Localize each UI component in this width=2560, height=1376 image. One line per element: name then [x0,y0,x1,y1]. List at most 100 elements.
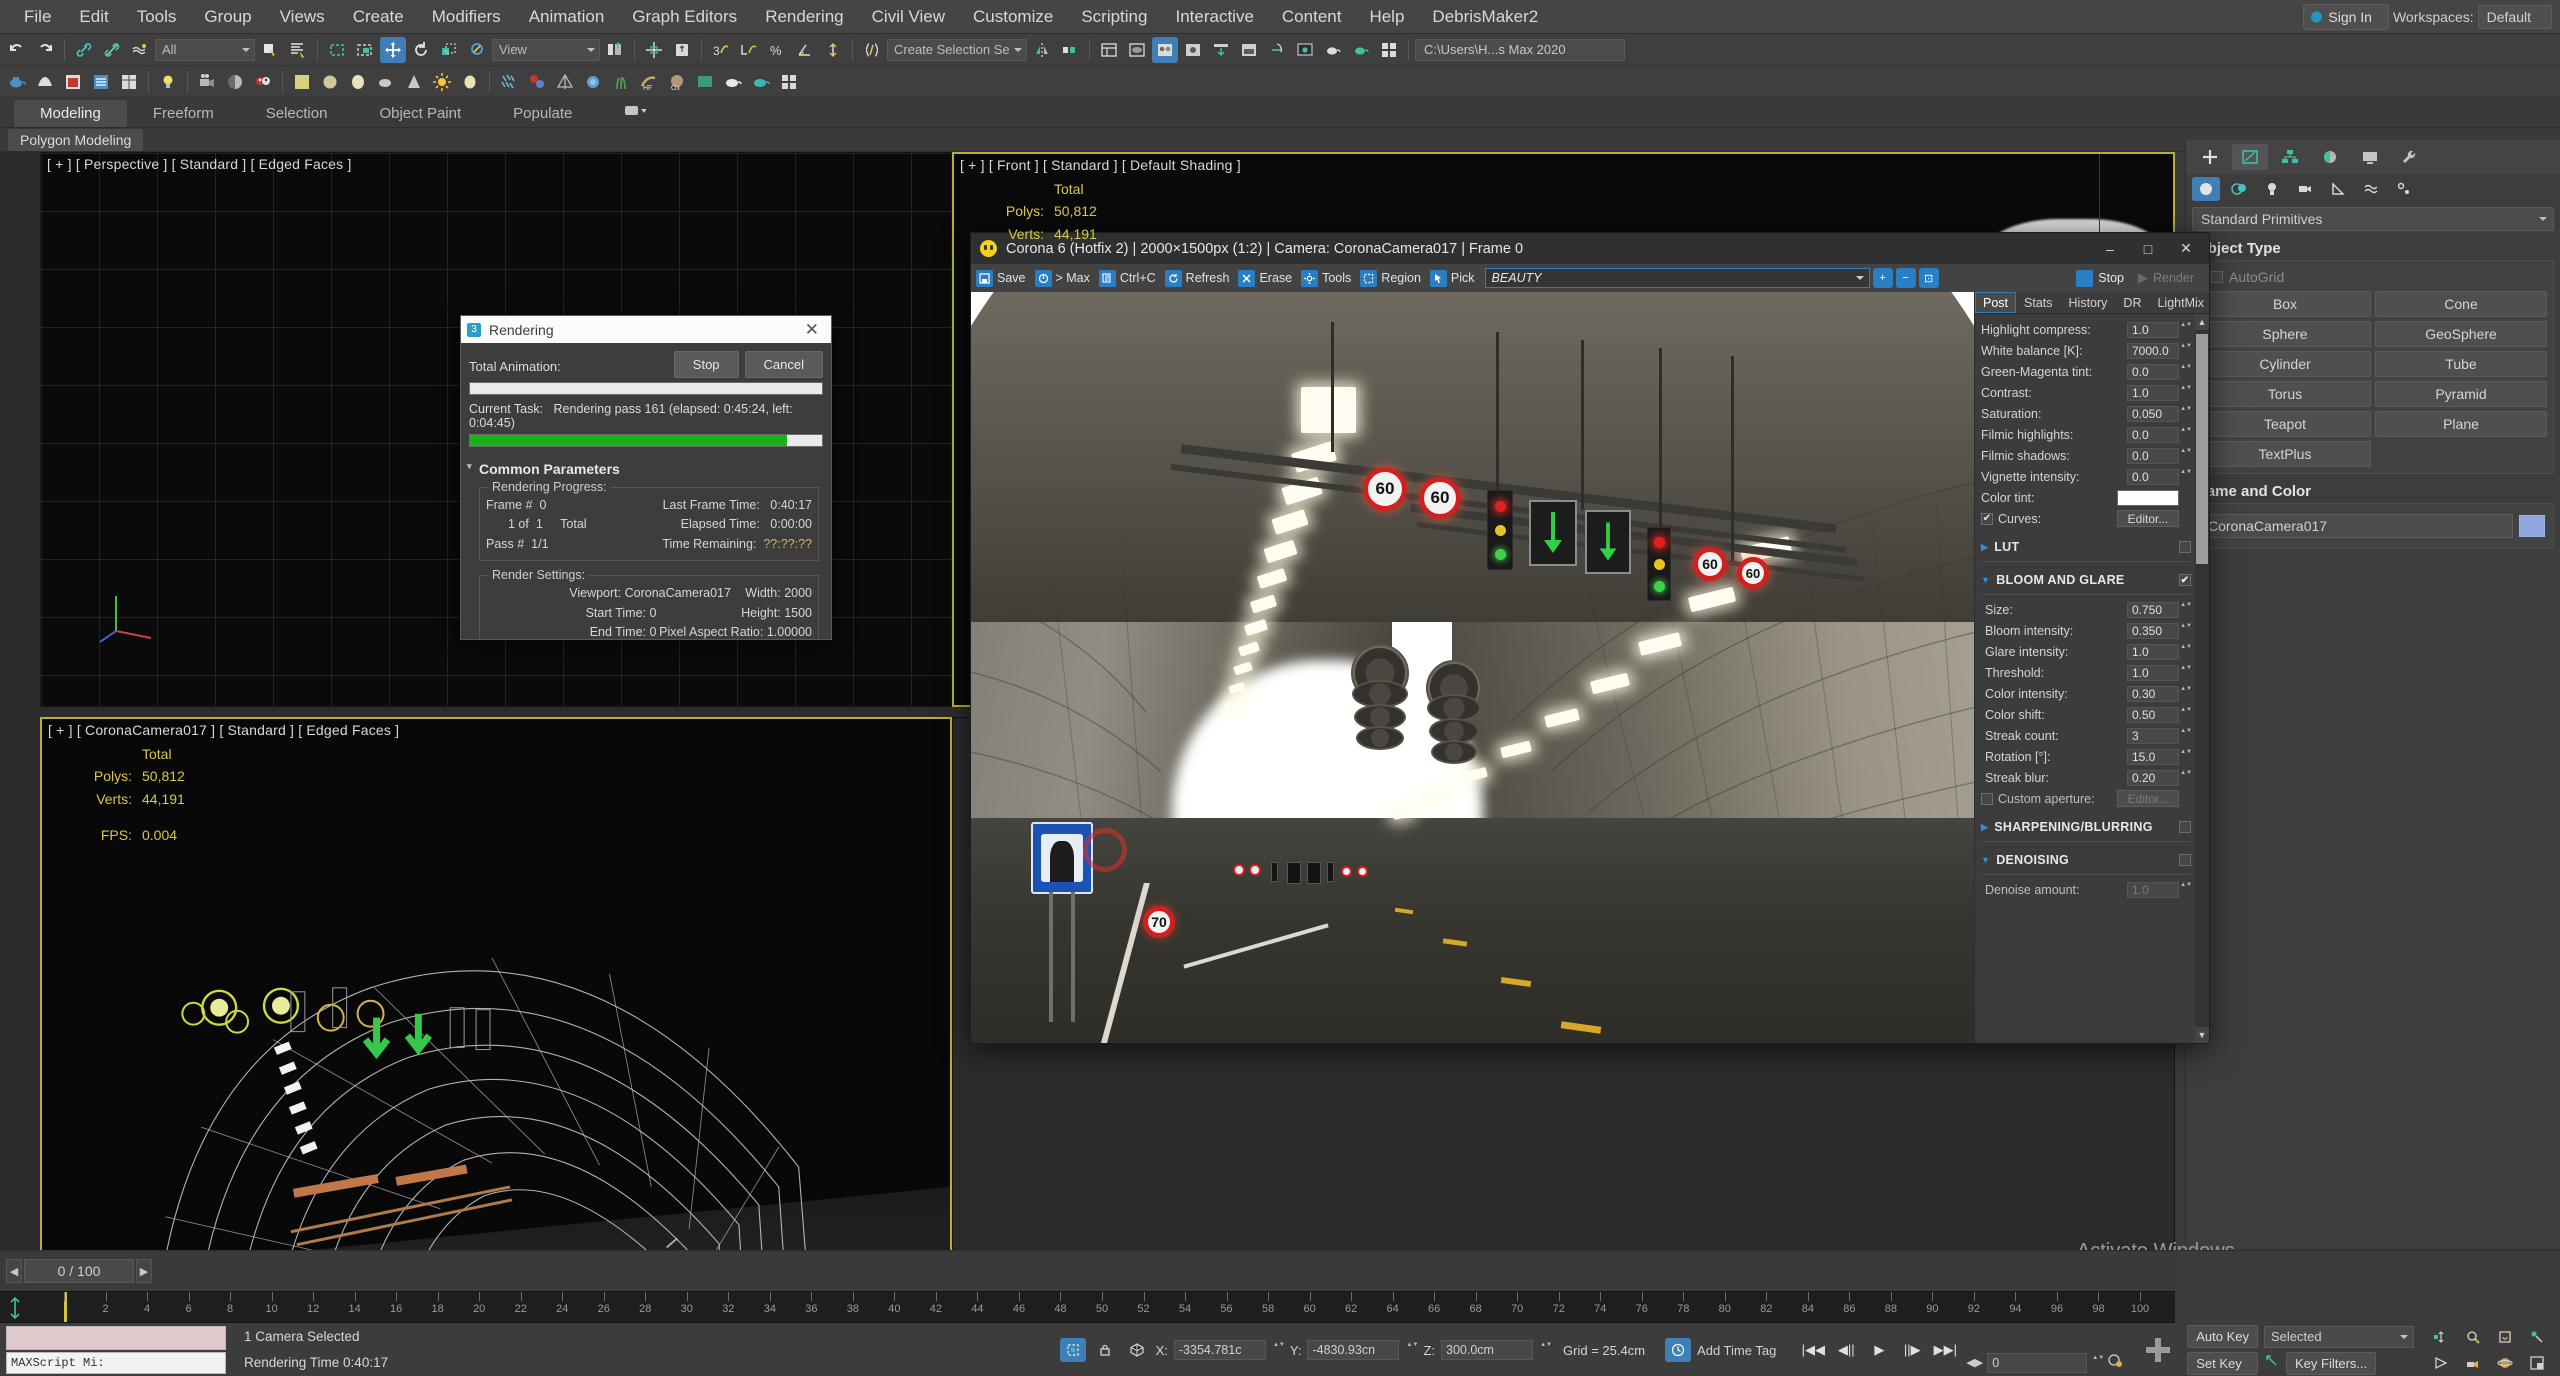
omni-light-icon[interactable] [155,69,181,95]
redo-icon[interactable] [32,37,58,63]
shapes-primitive-icon[interactable] [32,69,58,95]
array-icon[interactable] [1057,37,1083,63]
post-panel-scrollbar[interactable]: ▲ ▼ [2195,314,2209,1043]
helper-icon[interactable] [222,69,248,95]
render-iterative-icon[interactable] [1264,37,1290,63]
menu-debrismaker2[interactable]: DebrisMaker2 [1418,3,1552,31]
scroll-up-icon[interactable]: ▲ [2195,314,2209,330]
lut-checkbox[interactable] [2179,541,2191,553]
motion-tab-icon[interactable] [2312,144,2348,170]
ribbon-tab-object-paint[interactable]: Object Paint [353,100,487,127]
set-key-button[interactable]: Set Key [2187,1352,2258,1375]
zoom-all-viewports-icon[interactable] [2460,1325,2486,1349]
filmic-shadows-spinner[interactable]: ▲▼ [2180,448,2192,464]
go-to-end-icon[interactable]: ▶▶| [1930,1338,1960,1362]
sphere-light-icon[interactable] [457,69,483,95]
primitive-category-combo[interactable]: Standard Primitives [2192,207,2554,231]
maximize-viewport-toggle-icon[interactable] [2524,1351,2550,1375]
rendering-progress-dialog[interactable]: 3 Rendering ✕ Total Animation: Stop Canc… [460,315,832,640]
modify-tab-icon[interactable] [2232,144,2268,170]
material-browser-icon[interactable] [60,69,86,95]
ribbon-tab-modeling[interactable]: Modeling [14,100,127,127]
maxscript-input-pane[interactable]: MAXScript Mi: [6,1352,226,1374]
green-magenta-tint-spinner[interactable]: ▲▼ [2180,364,2192,380]
mirror-icon[interactable] [1029,37,1055,63]
threshold-spinner[interactable]: ▲▼ [2180,665,2192,681]
menu-file[interactable]: File [10,3,65,31]
create-box-button[interactable]: Box [2199,291,2371,317]
menu-scripting[interactable]: Scripting [1067,3,1161,31]
sharpening-blurring-checkbox[interactable] [2179,821,2191,833]
create-geosphere-button[interactable]: GeoSphere [2375,321,2547,347]
orbit-icon[interactable] [2492,1351,2518,1375]
color-intensity-spinner[interactable]: ▲▼ [2180,686,2192,702]
bloom-intensity-input[interactable]: 0.350 [2127,622,2179,639]
layer-explorer-icon[interactable] [1096,37,1122,63]
schematic-view-icon[interactable] [736,37,762,63]
highlight-compress-spinner[interactable]: ▲▼ [2180,322,2192,338]
pan-view-icon[interactable] [2428,1351,2454,1375]
use-pivot-center-icon[interactable] [602,37,628,63]
corona-vfb-window[interactable]: Corona 6 (Hotfix 2) | 2000×1500px (1:2) … [970,232,2210,1044]
lock-selection-icon[interactable] [1092,1338,1118,1362]
render-production-icon[interactable] [1236,37,1262,63]
create-tube-button[interactable]: Tube [2375,351,2547,377]
go-to-start-icon[interactable]: |◀◀ [1798,1338,1828,1362]
threshold-input[interactable]: 1.0 [2127,664,2179,681]
previous-frame-icon[interactable]: ◀|| [1831,1338,1861,1362]
material-list-icon[interactable] [88,69,114,95]
create-torus-button[interactable]: Torus [2199,381,2371,407]
undo-icon[interactable] [4,37,30,63]
cone-icon[interactable] [401,69,427,95]
camera-icon[interactable] [194,69,220,95]
key-mode-toggle-icon[interactable] [2135,1328,2181,1372]
create-cone-button[interactable]: Cone [2375,291,2547,317]
green-magenta-tint-input[interactable]: 0.0 [2127,363,2179,380]
scrollbar-thumb[interactable] [2196,334,2208,564]
viewport-front-label[interactable]: [ + ] [ Front ] [ Standard ] [ Default S… [960,157,1241,173]
tab-stats[interactable]: Stats [2016,292,2061,313]
frame-number-field[interactable]: 0 [1987,1352,2088,1373]
shapes-icon[interactable] [2225,177,2253,201]
space-warp-gizmo-icon[interactable] [552,69,578,95]
create-teapot-button[interactable]: Teapot [2199,411,2371,437]
section-denoising[interactable]: ▼ DENOISING [1981,848,2191,872]
name-color-title[interactable]: Name and Color [2192,480,2554,503]
hierarchy-tab-icon[interactable] [2272,144,2308,170]
vfb-render-canvas[interactable]: 60 60 60 60 70 [971,292,1974,1043]
display-tab-icon[interactable] [2352,144,2388,170]
ribbon-tab-selection[interactable]: Selection [240,100,354,127]
teapot-render-icon[interactable] [1320,37,1346,63]
zoom-extents-icon[interactable] [2492,1325,2518,1349]
filmic-shadows-input[interactable]: 0.0 [2127,447,2179,464]
vfb-to-max-button[interactable]: > Max [1033,268,1096,289]
contrast-input[interactable]: 1.0 [2127,384,2179,401]
zoom-viewport-icon[interactable] [2428,1325,2454,1349]
saturation-spinner[interactable]: ▲▼ [2180,406,2192,422]
vfb-pick-button[interactable]: Pick [1428,268,1481,289]
maxscript-mini-listener[interactable]: MAXScript Mi: [0,1323,232,1376]
manage-layers-icon[interactable] [669,37,695,63]
zoom-fit-icon[interactable]: ⊡ [1918,268,1939,288]
object-color-swatch[interactable] [2519,515,2545,537]
vignette-intensity-input[interactable]: 0.0 [2127,468,2179,485]
window-crossing-toggle-icon[interactable] [352,37,378,63]
maximize-icon[interactable]: □ [2129,235,2167,262]
material-editor-icon[interactable] [1152,36,1178,63]
ribbon-polygon-modeling-label[interactable]: Polygon Modeling [8,128,144,151]
y-coordinate-field[interactable]: -4830.93cn [1307,1340,1400,1360]
tab-dr[interactable]: DR [2115,292,2149,313]
color-tint-swatch[interactable] [2117,489,2179,506]
select-and-move-icon[interactable] [380,36,406,63]
menu-tools[interactable]: Tools [123,3,191,31]
lights-icon[interactable] [2258,177,2286,201]
add-time-tag-label[interactable]: Add Time Tag [1697,1343,1776,1358]
key-filters-button[interactable]: Key Filters... [2286,1351,2377,1375]
layout-tiles-icon[interactable] [1376,37,1402,63]
teapot-teal-icon[interactable] [748,69,774,95]
create-sphere-button[interactable]: Sphere [2199,321,2371,347]
vfb-tools-button[interactable]: Tools [1299,268,1357,289]
menu-graph-editors[interactable]: Graph Editors [618,3,751,31]
hf-icon[interactable]: HF [636,69,662,95]
material-grid-icon[interactable] [116,69,142,95]
